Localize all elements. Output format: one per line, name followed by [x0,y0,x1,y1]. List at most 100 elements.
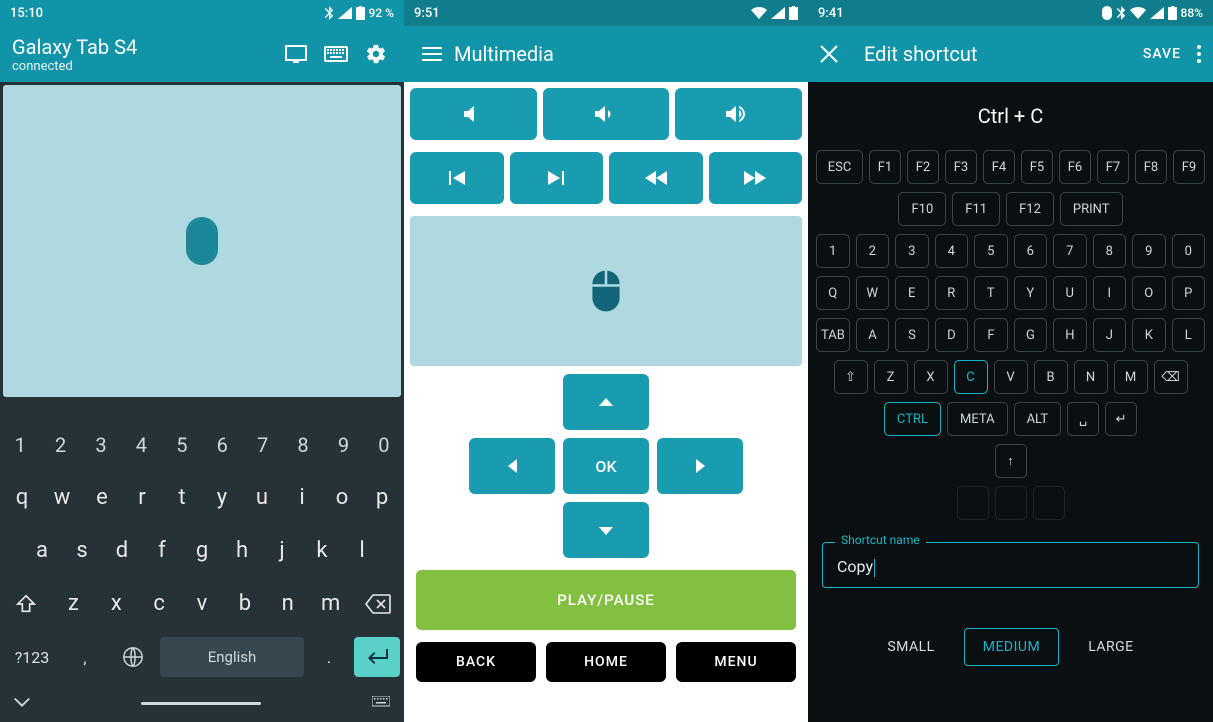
vk-e[interactable]: E [895,276,929,310]
language-key[interactable]: English [160,637,304,677]
key-c[interactable]: c [138,591,181,616]
vk-r[interactable]: R [935,276,969,310]
settings-icon[interactable] [360,38,392,70]
vk-d[interactable]: D [935,318,968,352]
key-y[interactable]: y [202,485,242,510]
vk-5[interactable]: 5 [974,234,1008,268]
size-medium[interactable]: MEDIUM [964,628,1059,666]
vk-i[interactable]: I [1093,276,1127,310]
vk-x[interactable]: X [914,360,948,394]
key-2[interactable]: 2 [40,433,80,457]
vk-2[interactable]: 2 [856,234,890,268]
vk-6[interactable]: 6 [1014,234,1048,268]
vk-⌫[interactable]: ⌫ [1154,360,1188,394]
vk-g[interactable]: G [1014,318,1047,352]
size-large[interactable]: LARGE [1069,628,1152,666]
touchpad-area[interactable] [410,216,802,366]
vk-f11[interactable]: F11 [952,192,1000,226]
chevron-down-icon[interactable] [14,698,30,708]
vk-alt[interactable]: ALT [1014,402,1062,436]
globe-key[interactable] [110,646,156,668]
vk-arrow-down[interactable] [995,486,1027,520]
vk-ctrl[interactable]: CTRL [884,402,941,436]
key-3[interactable]: 3 [81,433,121,457]
cast-icon[interactable] [280,38,312,70]
key-x[interactable]: x [95,591,138,616]
dpad-up[interactable] [563,374,649,430]
key-5[interactable]: 5 [162,433,202,457]
vk-f12[interactable]: F12 [1006,192,1054,226]
dpad-down[interactable] [563,502,649,558]
vk-f9[interactable]: F9 [1173,150,1205,184]
vk-f6[interactable]: F6 [1059,150,1091,184]
nav-handle[interactable] [141,702,261,705]
key-z[interactable]: z [52,591,95,616]
key-o[interactable]: o [322,485,362,510]
vk-4[interactable]: 4 [935,234,969,268]
key-l[interactable]: l [342,538,382,563]
shortcut-name-field[interactable]: Shortcut name Copy [822,542,1199,588]
rewind-button[interactable] [609,152,703,204]
vk-f1[interactable]: F1 [869,150,901,184]
vk-u[interactable]: U [1053,276,1087,310]
key-6[interactable]: 6 [202,433,242,457]
shift-key[interactable] [0,593,52,615]
dpad-right[interactable] [657,438,743,494]
keyboard-icon[interactable] [320,38,352,70]
key-7[interactable]: 7 [242,433,282,457]
mute-button[interactable] [410,88,537,140]
vk-7[interactable]: 7 [1053,234,1087,268]
key-0[interactable]: 0 [364,433,404,457]
key-a[interactable]: a [22,538,62,563]
backspace-key[interactable] [352,594,404,614]
vk-n[interactable]: N [1074,360,1108,394]
vk-3[interactable]: 3 [895,234,929,268]
vk-0[interactable]: 0 [1172,234,1206,268]
key-v[interactable]: v [181,591,224,616]
key-1[interactable]: 1 [0,433,40,457]
vk-j[interactable]: J [1093,318,1126,352]
key-g[interactable]: g [182,538,222,563]
menu-button[interactable]: MENU [676,642,796,682]
vk-arrow-left[interactable] [957,486,989,520]
vk-f3[interactable]: F3 [945,150,977,184]
touchpad-area[interactable] [3,85,401,397]
key-b[interactable]: b [223,591,266,616]
vk-y[interactable]: Y [1014,276,1048,310]
vk-tab[interactable]: TAB [816,318,850,352]
key-m[interactable]: m [309,591,352,616]
vk-c[interactable]: C [954,360,988,394]
key-w[interactable]: w [42,485,82,510]
key-t[interactable]: t [162,485,202,510]
key-r[interactable]: r [122,485,162,510]
key-j[interactable]: j [262,538,302,563]
vk-l[interactable]: L [1172,318,1205,352]
vk-w[interactable]: W [856,276,890,310]
play-pause-button[interactable]: PLAY/PAUSE [416,570,796,630]
vk-print[interactable]: PRINT [1060,192,1123,226]
vk-1[interactable]: 1 [816,234,850,268]
field-value[interactable]: Copy [837,557,1184,577]
period-key[interactable]: . [308,648,350,667]
key-u[interactable]: u [242,485,282,510]
vk-f2[interactable]: F2 [907,150,939,184]
overflow-menu-icon[interactable] [1181,45,1201,63]
vk-z[interactable]: Z [874,360,908,394]
key-k[interactable]: k [302,538,342,563]
vk-↵[interactable]: ↵ [1105,402,1137,436]
key-h[interactable]: h [222,538,262,563]
vk-a[interactable]: A [856,318,889,352]
vk-meta[interactable]: META [947,402,1008,436]
vk-b[interactable]: B [1034,360,1068,394]
key-8[interactable]: 8 [283,433,323,457]
close-icon[interactable] [820,45,850,63]
size-small[interactable]: SMALL [868,628,953,666]
vk-k[interactable]: K [1132,318,1165,352]
vk-s[interactable]: S [895,318,928,352]
key-9[interactable]: 9 [323,433,363,457]
vk-8[interactable]: 8 [1093,234,1127,268]
vk-f7[interactable]: F7 [1097,150,1129,184]
vk-f[interactable]: F [974,318,1007,352]
vk-arrow-up[interactable]: ↑ [995,444,1027,478]
vk-f5[interactable]: F5 [1021,150,1053,184]
